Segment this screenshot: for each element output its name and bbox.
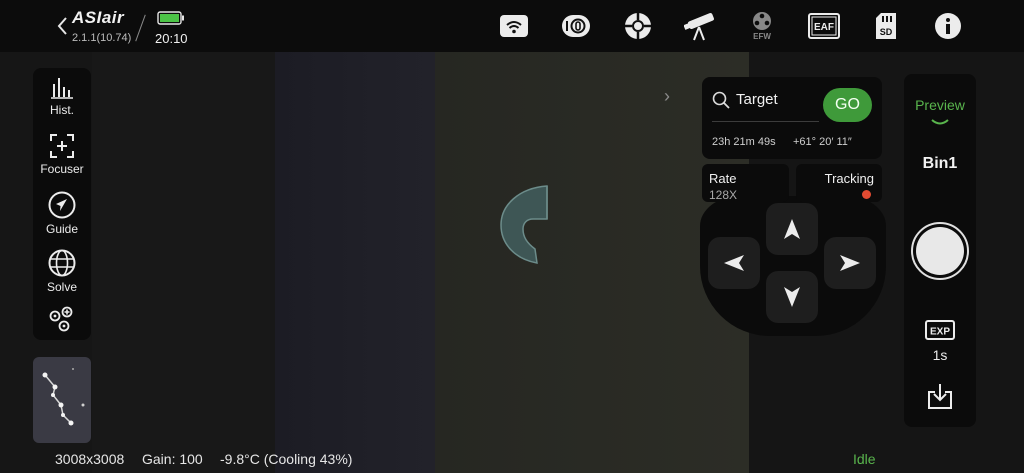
rate-value: 128X: [709, 188, 738, 202]
sidebar-item-focuser[interactable]: Focuser: [33, 133, 91, 176]
target-search-input[interactable]: Target: [736, 91, 778, 108]
telescope-icon[interactable]: [684, 11, 716, 41]
mode-selector[interactable]: Preview: [904, 97, 976, 113]
status-state: Idle: [853, 451, 876, 467]
preview-thumbnail[interactable]: [33, 357, 91, 443]
efw-icon[interactable]: EFW: [746, 11, 778, 41]
go-button[interactable]: GO: [823, 88, 872, 122]
sidebar-item-more[interactable]: [33, 306, 91, 334]
camera-panel: Preview Bin1 EXP 1s: [904, 74, 976, 427]
target-dec: +61° 20′ 11″: [793, 136, 852, 148]
tracking-status-dot: [862, 190, 871, 199]
exposure-value[interactable]: 1s: [904, 347, 976, 363]
shutter-icon: [916, 227, 964, 275]
app-version: 2.1.1(10.74): [72, 32, 132, 44]
guide-scope-icon[interactable]: [622, 11, 654, 41]
exposure-icon[interactable]: EXP: [925, 320, 955, 340]
divider: [135, 14, 146, 42]
more-icon: [49, 306, 73, 332]
constellation-map-icon: [42, 368, 85, 426]
solve-icon: [48, 249, 76, 277]
preview-object: [500, 185, 548, 264]
image-region: [92, 52, 275, 473]
capture-button[interactable]: [911, 222, 969, 280]
sidebar-item-label: Solve: [46, 280, 78, 294]
gain-readout: Gain: 100: [142, 451, 203, 467]
sd-card-icon[interactable]: SD: [870, 11, 902, 41]
sidebar-item-label: Guide: [45, 222, 79, 236]
arrow-right-icon: [840, 255, 860, 271]
download-icon[interactable]: [926, 382, 954, 410]
brand-logo: ASIair: [72, 8, 125, 27]
move-south-button[interactable]: [766, 271, 818, 323]
target-ra: 23h 21m 49s: [712, 136, 776, 148]
arrow-down-icon: [784, 287, 800, 307]
arrow-left-icon: [724, 255, 744, 271]
eaf-label: EAF: [814, 22, 834, 33]
eaf-icon[interactable]: EAF: [808, 11, 840, 41]
back-icon[interactable]: [56, 16, 68, 36]
clock: 20:10: [155, 31, 188, 46]
left-sidebar: Hist. Focuser Guide Solve: [33, 68, 91, 340]
search-icon: [712, 91, 730, 109]
sidebar-item-solve[interactable]: Solve: [33, 249, 91, 294]
rate-selector[interactable]: Rate 128X: [702, 164, 789, 202]
sd-label: SD: [880, 27, 893, 37]
sidebar-item-label: Hist.: [50, 103, 74, 117]
chevron-down-icon[interactable]: [931, 118, 949, 128]
arrow-up-icon: [784, 219, 800, 239]
wifi-icon[interactable]: [498, 11, 530, 41]
temperature-readout: -9.8°C (Cooling 43%): [220, 451, 353, 467]
top-bar: ASIair 2.1.1(10.74) 20:10 EFW EAF SD: [0, 0, 1024, 52]
sidebar-item-histogram[interactable]: Hist.: [33, 76, 91, 117]
exposure-label: EXP: [930, 327, 950, 338]
bin-selector[interactable]: Bin1: [904, 155, 976, 173]
resolution-readout: 3008x3008: [55, 451, 125, 467]
image-region: [275, 52, 435, 473]
expand-chevron-icon[interactable]: ›: [664, 86, 670, 107]
sidebar-item-guide[interactable]: Guide: [33, 191, 91, 236]
rate-label: Rate: [709, 171, 737, 186]
efw-label: EFW: [753, 32, 771, 41]
tracking-toggle[interactable]: Tracking: [796, 164, 882, 202]
info-icon[interactable]: [932, 11, 964, 41]
histogram-icon: [51, 78, 73, 99]
tracking-label: Tracking: [824, 171, 874, 186]
target-panel: Target GO 23h 21m 49s +61° 20′ 11″: [702, 77, 882, 159]
camera-icon[interactable]: [560, 11, 592, 41]
move-north-button[interactable]: [766, 203, 818, 255]
move-east-button[interactable]: [824, 237, 876, 289]
sidebar-item-label: Focuser: [40, 162, 84, 176]
divider: [712, 121, 819, 122]
battery-icon: [157, 11, 184, 25]
guide-icon: [48, 191, 76, 219]
focuser-icon: [50, 134, 74, 158]
move-west-button[interactable]: [708, 237, 760, 289]
